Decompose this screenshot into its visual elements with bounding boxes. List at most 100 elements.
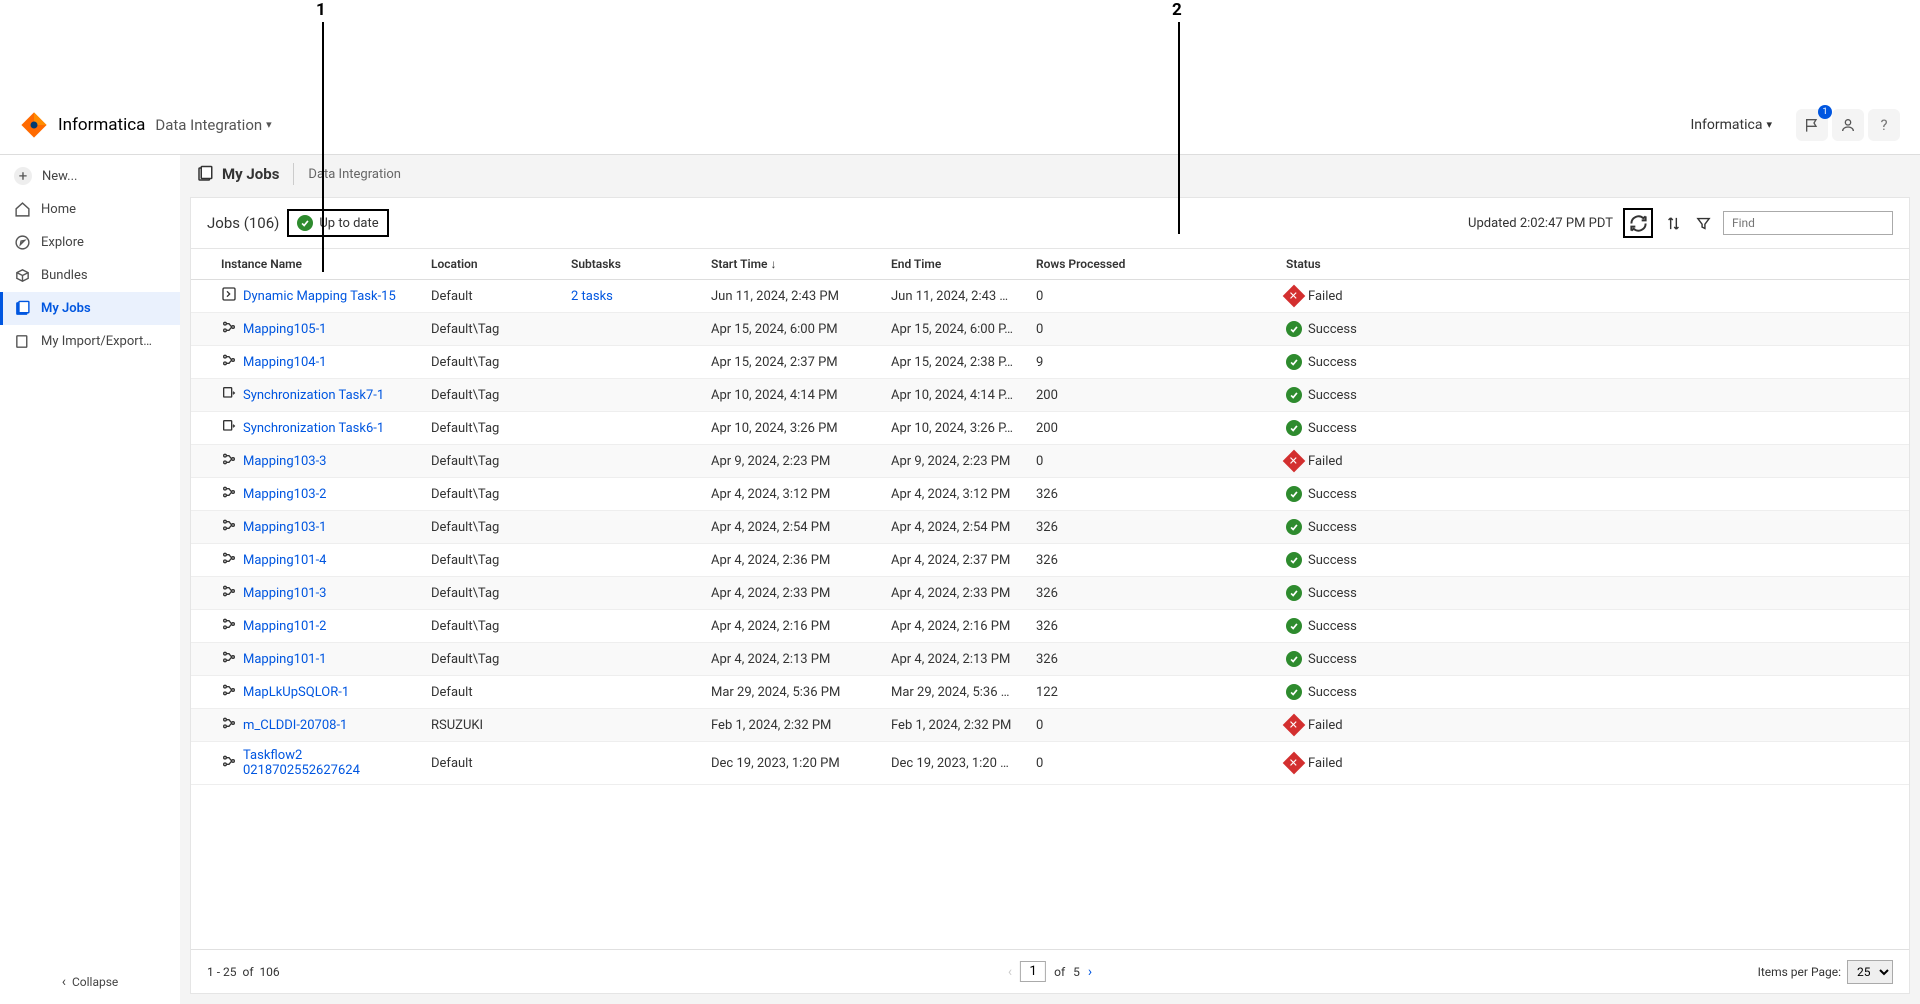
find-input[interactable]: [1723, 211, 1893, 235]
instance-name-link[interactable]: Dynamic Mapping Task-15: [243, 289, 396, 304]
instance-name-link[interactable]: Synchronization Task6-1: [243, 421, 384, 436]
plus-icon: +: [14, 167, 32, 185]
instance-name-link[interactable]: MapLkUpSQLOR-1: [243, 685, 349, 700]
subtasks-cell: [561, 445, 701, 478]
filter-button[interactable]: [1693, 213, 1713, 233]
sidebar-item-import-export[interactable]: My Import/Export…: [0, 325, 180, 358]
table-row[interactable]: Mapping105-1Default\TagApr 15, 2024, 6:0…: [191, 313, 1909, 346]
rows-processed-cell: 0: [1026, 742, 1276, 785]
instance-name-link[interactable]: Mapping101-4: [243, 553, 326, 568]
instance-name-link[interactable]: Mapping101-3: [243, 586, 326, 601]
table-row[interactable]: Mapping101-3Default\TagApr 4, 2024, 2:33…: [191, 577, 1909, 610]
collapse-sidebar-button[interactable]: ‹ Collapse: [0, 960, 180, 1004]
col-subtasks[interactable]: Subtasks: [561, 249, 701, 280]
table-row[interactable]: Mapping103-2Default\TagApr 4, 2024, 3:12…: [191, 478, 1909, 511]
location-cell: Default: [421, 742, 561, 785]
subtasks-link[interactable]: 2 tasks: [571, 289, 613, 304]
chevron-down-icon: ▾: [1766, 118, 1772, 131]
subtasks-cell: [561, 511, 701, 544]
instance-name-link[interactable]: Mapping103-1: [243, 520, 326, 535]
success-icon: [1286, 552, 1302, 568]
subtasks-cell: 2 tasks: [561, 280, 701, 313]
location-cell: Default\Tag: [421, 478, 561, 511]
page-number-input[interactable]: [1020, 961, 1046, 982]
sidebar-item-new[interactable]: + New...: [0, 159, 180, 193]
status-cell: Success: [1286, 519, 1899, 535]
jobs-icon: [196, 165, 214, 183]
refresh-button[interactable]: [1628, 213, 1648, 233]
instance-name-link[interactable]: Mapping101-2: [243, 619, 326, 634]
table-row[interactable]: Mapping101-2Default\TagApr 4, 2024, 2:16…: [191, 610, 1909, 643]
help-button[interactable]: ?: [1868, 109, 1900, 141]
sidebar-item-my-jobs[interactable]: My Jobs: [0, 292, 180, 325]
chevron-left-icon: ‹: [62, 974, 66, 990]
table-row[interactable]: Taskflow2 0218702552627624DefaultDec 19,…: [191, 742, 1909, 785]
status-cell: Success: [1286, 651, 1899, 667]
instance-name-link[interactable]: Mapping105-1: [243, 322, 326, 337]
table-row[interactable]: Mapping103-1 Default\Tag Apr 4, 2024, 2:54…: [191, 511, 1909, 544]
table-row[interactable]: Mapping104-1Default\TagApr 15, 2024, 2:3…: [191, 346, 1909, 379]
org-switcher[interactable]: Informatica▾: [1691, 117, 1773, 133]
job-type-icon: [221, 484, 237, 504]
job-type-icon: [221, 517, 237, 537]
col-rows-processed[interactable]: Rows Processed: [1026, 249, 1276, 280]
location-cell: Default: [421, 676, 561, 709]
success-icon: [1286, 684, 1302, 700]
items-per-page-select[interactable]: 25: [1847, 960, 1893, 984]
location-cell: RSUZUKI: [421, 709, 561, 742]
status-cell: Success: [1286, 552, 1899, 568]
table-row[interactable]: Synchronization Task6-1Default\TagApr 10…: [191, 412, 1909, 445]
sidebar-item-bundles[interactable]: Bundles: [0, 259, 180, 292]
col-instance-name[interactable]: Instance Name: [191, 249, 421, 280]
end-time-cell: Apr 4, 2024, 2:54 PM: [881, 511, 1026, 544]
notifications-button[interactable]: 1: [1796, 109, 1828, 141]
start-time-cell: Feb 1, 2024, 2:32 PM: [701, 709, 881, 742]
status-cell: Success: [1286, 420, 1899, 436]
failed-icon: ✕: [1283, 450, 1306, 473]
informatica-logo-icon: [20, 111, 48, 139]
table-row[interactable]: Mapping103-3Default\TagApr 9, 2024, 2:23…: [191, 445, 1909, 478]
instance-name-link[interactable]: Mapping101-1: [243, 652, 326, 667]
next-page-button[interactable]: ›: [1088, 964, 1092, 980]
start-time-cell: Apr 4, 2024, 2:13 PM: [701, 643, 881, 676]
sidebar-item-home[interactable]: Home: [0, 193, 180, 226]
rows-processed-cell: 122: [1026, 676, 1276, 709]
sidebar-item-explore[interactable]: Explore: [0, 226, 180, 259]
table-row[interactable]: m_CLDDI-20708-1 RSUZUKI Feb 1, 2024, 2:32 …: [191, 709, 1909, 742]
instance-name-link[interactable]: Taskflow2 0218702552627624: [243, 748, 411, 778]
location-cell: Default\Tag: [421, 511, 561, 544]
col-end-time[interactable]: End Time: [881, 249, 1026, 280]
table-row[interactable]: Mapping101-4Default\TagApr 4, 2024, 2:36…: [191, 544, 1909, 577]
prev-page-button[interactable]: ‹: [1008, 964, 1012, 980]
table-row[interactable]: Mapping101-1Default\TagApr 4, 2024, 2:13…: [191, 643, 1909, 676]
col-location[interactable]: Location: [421, 249, 561, 280]
instance-name-link[interactable]: Synchronization Task7-1: [243, 388, 384, 403]
app-switcher[interactable]: Data Integration▾: [155, 116, 271, 134]
table-row[interactable]: MapLkUpSQLOR-1DefaultMar 29, 2024, 5:36 …: [191, 676, 1909, 709]
job-type-icon: [221, 550, 237, 570]
instance-name-link[interactable]: Mapping103-2: [243, 487, 326, 502]
success-icon: [1286, 354, 1302, 370]
instance-name-link[interactable]: Mapping104-1: [243, 355, 326, 370]
rows-processed-cell: 326: [1026, 478, 1276, 511]
user-button[interactable]: [1832, 109, 1864, 141]
col-status[interactable]: Status: [1276, 249, 1909, 280]
rows-processed-cell: 9: [1026, 346, 1276, 379]
job-type-icon: [221, 583, 237, 603]
table-row[interactable]: Synchronization Task7-1Default\TagApr 10…: [191, 379, 1909, 412]
rows-processed-cell: 0: [1026, 709, 1276, 742]
instance-name-link[interactable]: m_CLDDI-20708-1: [243, 718, 347, 733]
check-circle-icon: [297, 215, 313, 231]
job-type-icon: [221, 286, 237, 306]
subtasks-cell: [561, 346, 701, 379]
rows-processed-cell: 0: [1026, 445, 1276, 478]
subtasks-cell: [561, 379, 701, 412]
instance-name-link[interactable]: Mapping103-3: [243, 454, 326, 469]
col-start-time[interactable]: Start Time ↓: [701, 249, 881, 280]
rows-processed-cell: 326: [1026, 544, 1276, 577]
table-row[interactable]: Dynamic Mapping Task-15Default2 tasksJun…: [191, 280, 1909, 313]
rows-processed-cell: 326: [1026, 577, 1276, 610]
location-cell: Default\Tag: [421, 379, 561, 412]
rows-processed-cell: 326: [1026, 511, 1276, 544]
sort-button[interactable]: [1663, 213, 1683, 233]
